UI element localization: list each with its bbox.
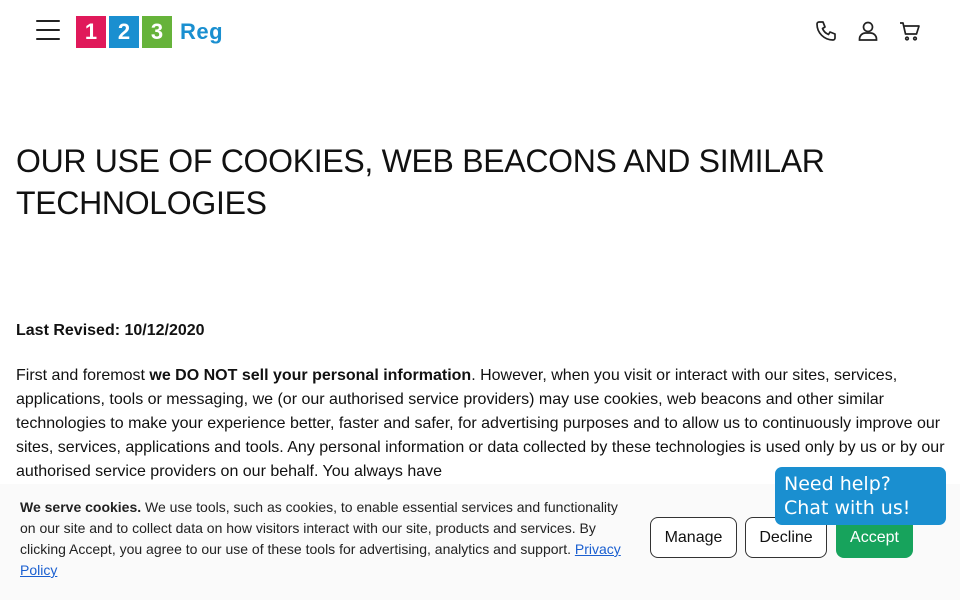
header-actions (814, 18, 922, 44)
phone-icon[interactable] (814, 18, 838, 44)
logo-digit-3: 3 (142, 16, 172, 48)
logo-digit-1: 1 (76, 16, 106, 48)
cookie-heading: We serve cookies. (20, 499, 142, 515)
logo-digit-2: 2 (109, 16, 139, 48)
chat-button[interactable]: Need help? Chat with us! (775, 467, 946, 525)
account-icon[interactable] (856, 18, 880, 44)
intro-bold: we DO NOT sell your personal information (149, 367, 472, 384)
cookie-notice-text: We serve cookies. We use tools, such as … (20, 497, 630, 581)
last-revised: Last Revised: 10/12/2020 (16, 322, 205, 339)
intro-paragraph: First and foremost we DO NOT sell your p… (16, 364, 946, 484)
logo-text: Reg (180, 19, 224, 44)
page-title: OUR USE OF COOKIES, WEB BEACONS AND SIMI… (16, 143, 825, 221)
cart-icon[interactable] (898, 18, 922, 44)
logo[interactable]: 1 2 3 Reg (76, 16, 223, 48)
intro-prefix: First and foremost (16, 367, 150, 384)
manage-button[interactable]: Manage (650, 517, 737, 558)
main-content: OUR USE OF COOKIES, WEB BEACONS AND SIMI… (16, 140, 946, 484)
site-header: 1 2 3 Reg (0, 0, 960, 64)
menu-icon[interactable] (36, 20, 60, 42)
